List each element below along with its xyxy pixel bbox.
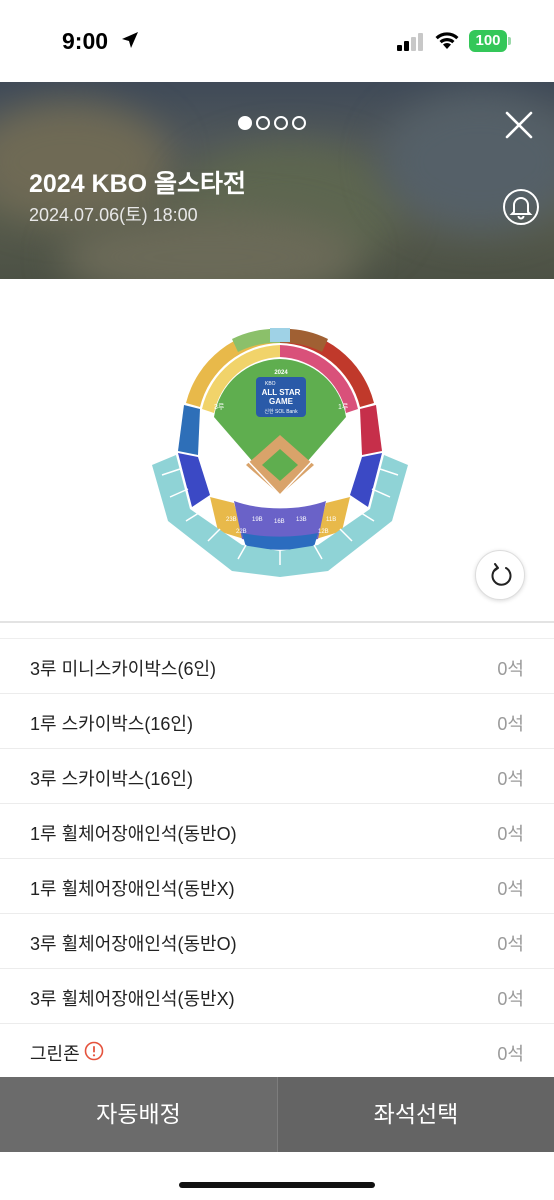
seat-grade-count: 0석 <box>497 1044 524 1064</box>
image-pager[interactable] <box>238 116 306 130</box>
seat-grade-name: 3루 스카이박스(16인) <box>30 769 193 789</box>
seat-grade-row[interactable]: 3루 미니스카이박스(6인) 0석 <box>0 639 554 694</box>
seat-grade-count: 0석 <box>497 989 524 1009</box>
pager-dot[interactable] <box>292 116 306 130</box>
seat-select-button[interactable]: 좌석선택 <box>278 1077 554 1152</box>
pager-dot[interactable] <box>274 116 288 130</box>
logo-year: 2024 <box>274 370 288 376</box>
seat-grade-row[interactable]: 그린존 0석 <box>0 1024 554 1079</box>
center-section[interactable] <box>270 328 290 342</box>
seat-grade-count: 0석 <box>497 769 524 789</box>
event-date: 2024.07.06(토) 18:00 <box>29 205 198 225</box>
status-bar: 9:00 100 <box>0 0 554 82</box>
status-time: 9:00 <box>62 28 109 54</box>
refresh-icon <box>491 563 512 586</box>
seat-grade-name: 그린존 <box>30 1044 80 1064</box>
wifi-icon <box>435 32 459 49</box>
seat-grade-name: 3루 휠체어장애인석(동반X) <box>30 989 235 1009</box>
battery-icon: 100 <box>469 30 507 52</box>
seat-grade-name: 3루 미니스카이박스(6인) <box>30 659 217 679</box>
seat-grade-row[interactable]: 3루 스카이박스(16인) 0석 <box>0 749 554 804</box>
seat-grade-count: 0석 <box>497 659 524 679</box>
battery-level: 100 <box>475 32 501 49</box>
battery-nub <box>508 37 511 45</box>
section-label: 12B <box>318 529 329 535</box>
label-3b: 3루 <box>214 403 225 411</box>
location-arrow-icon <box>122 32 138 48</box>
logo-sponsor: 신한 SOL Bank <box>264 408 298 415</box>
auto-assign-button[interactable]: 자동배정 <box>0 1077 278 1152</box>
logo-kbo: KBO <box>265 381 276 387</box>
info-icon[interactable] <box>84 1041 104 1061</box>
bell-icon[interactable] <box>500 186 542 228</box>
list-top-strip <box>0 623 554 639</box>
seat-grade-count: 0석 <box>497 934 524 954</box>
seat-grade-row[interactable]: 3루 휠체어장애인석(동반X) 0석 <box>0 969 554 1024</box>
seat-grade-count: 0석 <box>497 714 524 734</box>
event-header: 2024 KBO 올스타전 2024.07.06(토) 18:00 <box>0 82 554 279</box>
seat-grade-name: 3루 휠체어장애인석(동반O) <box>30 934 237 954</box>
seat-grade-row[interactable]: 1루 스카이박스(16인) 0석 <box>0 694 554 749</box>
pager-dot[interactable] <box>238 116 252 130</box>
refresh-button[interactable] <box>475 550 525 600</box>
side-section-3b[interactable] <box>178 405 200 455</box>
home-indicator-area <box>0 1152 554 1200</box>
section-label: 22B <box>236 529 247 535</box>
section-label: 13B <box>296 517 307 523</box>
label-1b: 1루 <box>338 403 349 411</box>
signal-icon <box>397 33 423 51</box>
seat-map-area: 2024 KBO ALL STAR GAME 신한 SOL Bank 3루 1루… <box>0 279 554 621</box>
section-label: 19B <box>252 517 263 523</box>
event-title: 2024 KBO 올스타전 <box>29 170 247 198</box>
logo-line1: ALL STAR <box>262 388 301 397</box>
seat-grade-row[interactable]: 1루 휠체어장애인석(동반O) 0석 <box>0 804 554 859</box>
stadium-seat-map[interactable]: 2024 KBO ALL STAR GAME 신한 SOL Bank 3루 1루… <box>148 325 412 579</box>
pager-dot[interactable] <box>256 116 270 130</box>
section-label: 16B <box>274 519 285 525</box>
seat-grade-row[interactable]: 3루 휠체어장애인석(동반O) 0석 <box>0 914 554 969</box>
seat-grade-row[interactable]: 1루 휠체어장애인석(동반X) 0석 <box>0 859 554 914</box>
seat-grade-name: 1루 휠체어장애인석(동반X) <box>30 879 235 899</box>
seat-grade-name: 1루 휠체어장애인석(동반O) <box>30 824 237 844</box>
seat-grade-list: 3루 미니스카이박스(6인) 0석 1루 스카이박스(16인) 0석 3루 스카… <box>0 639 554 1079</box>
seat-grade-name: 1루 스카이박스(16인) <box>30 714 193 734</box>
section-label: 11B <box>326 517 336 523</box>
home-indicator[interactable] <box>179 1182 375 1188</box>
section-label: 23B <box>226 517 237 523</box>
side-section-1b[interactable] <box>360 405 382 455</box>
seat-grade-count: 0석 <box>497 879 524 899</box>
bottom-action-bar: 자동배정 좌석선택 <box>0 1077 554 1152</box>
close-icon[interactable] <box>502 108 536 142</box>
seat-grade-count: 0석 <box>497 824 524 844</box>
logo-line2: GAME <box>269 397 294 406</box>
